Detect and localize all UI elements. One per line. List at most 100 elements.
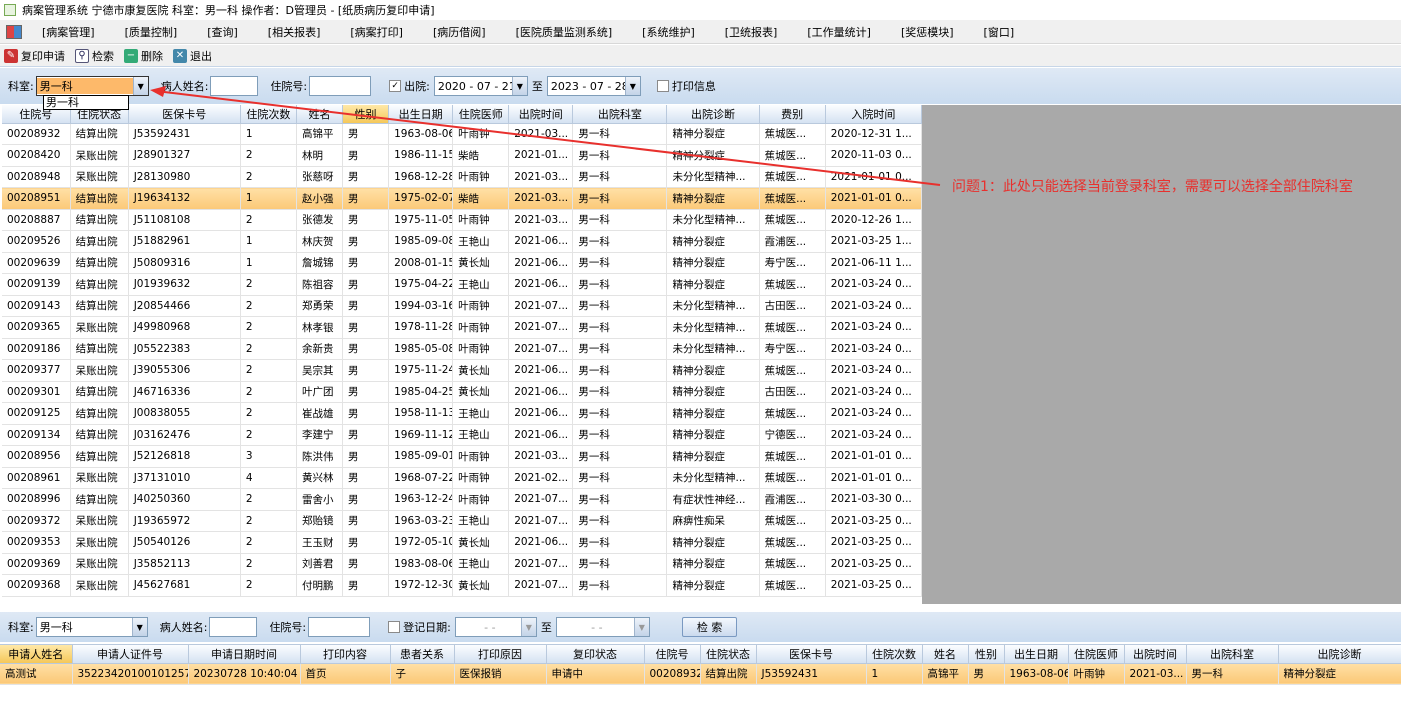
discharge-date-from[interactable]: 2020 - 07 - 21 ▼ [433, 76, 528, 96]
column-header[interactable]: 出生日期 [1004, 645, 1069, 664]
column-header[interactable]: 出院科室 [1186, 645, 1279, 664]
column-header[interactable]: 入院时间 [825, 105, 922, 124]
table-row[interactable]: 00209301 结算出院 J46716336 2 叶广团男 1985-04-25 黄长灿 2… [2, 381, 922, 403]
table-row[interactable]: 00209353 呆账出院 J50540126 2 王玉财男 1972-05-10 黄长灿 2… [2, 531, 922, 554]
apply-grid: 申请人姓名 申请人证件号 申请日期时间 打印内容 患者关系 打印原因 复印状态 住院号 住院状态… [0, 644, 1401, 702]
reg-date-to[interactable]: - - ▼ [555, 617, 650, 637]
column-header[interactable]: 打印内容 [300, 645, 391, 664]
chevron-down-icon[interactable]: ▼ [520, 618, 536, 636]
menu-item[interactable]: [质量控制] [111, 24, 194, 40]
column-header[interactable]: 姓名 [922, 645, 969, 664]
column-header[interactable]: 复印状态 [546, 645, 645, 664]
column-header[interactable]: 住院医师 [1068, 645, 1125, 664]
menu-item[interactable]: [病历借阅] [419, 24, 502, 40]
column-header[interactable]: 费别 [759, 105, 826, 124]
table-cell: 1972-12-30 [388, 574, 454, 597]
table-row[interactable]: 00209377 呆账出院 J39055306 2 吴宗其男 1975-11-24 黄长灿 2… [2, 359, 922, 382]
patient-name-input[interactable] [210, 76, 259, 96]
column-header[interactable]: 住院号 [644, 645, 701, 664]
table-row[interactable]: 高测试 352234201001012576 20230728 10:40:04 首页… [0, 663, 1401, 685]
menu-item[interactable]: [查询] [193, 24, 254, 40]
table-row[interactable]: 00209368 呆账出院 J45627681 2 付明鹏男 1972-12-30 黄长灿 2… [2, 574, 922, 597]
dept-select-2[interactable]: 男一科 ▼ [35, 617, 148, 637]
table-row[interactable]: 00209369 呆账出院 J35852113 2 刘善君男 1983-08-06 王艳山 2… [2, 553, 922, 575]
column-header[interactable]: 性别 [968, 645, 1005, 664]
table-row[interactable]: 00208961 呆账出院 J37131010 4 黄兴林男 1968-07-22 叶雨钟 2… [2, 467, 922, 489]
exit-button[interactable]: ✕ 退出 [173, 48, 212, 64]
table-cell: 2 [240, 424, 297, 446]
column-header[interactable]: 住院次数 [240, 105, 297, 124]
table-cell: 男一科 [572, 273, 668, 296]
chevron-down-icon[interactable]: ▼ [131, 618, 147, 636]
column-header[interactable]: 出院诊断 [666, 105, 760, 124]
table-row[interactable]: 00208951 结算出院 J19634132 1 赵小强男 1975-02-07 柴皓 20… [2, 187, 922, 210]
column-header[interactable]: 住院状态 [700, 645, 757, 664]
reg-date-from[interactable]: - - ▼ [454, 617, 537, 637]
chevron-down-icon[interactable]: ▼ [633, 618, 649, 636]
menu-item[interactable]: [病案管理] [28, 24, 111, 40]
copy-apply-button[interactable]: ✎ 复印申请 [4, 48, 65, 64]
column-header[interactable]: 性别 [342, 105, 390, 124]
column-header[interactable]: 出院科室 [572, 105, 668, 124]
menu-item[interactable]: [窗口] [970, 24, 1031, 40]
reg-date-checkbox[interactable] [388, 621, 401, 633]
column-header[interactable]: 医保卡号 [128, 105, 241, 124]
table-row[interactable]: 00208420 呆账出院 J28901327 2 林明男 1986-11-15 柴皓 202… [2, 144, 922, 167]
table-row[interactable]: 00209143 结算出院 J20854466 2 郑勇荣男 1994-03-16 叶雨钟 2… [2, 295, 922, 317]
column-header[interactable]: 出生日期 [388, 105, 454, 124]
exit-icon: ✕ [173, 48, 187, 63]
table-row[interactable]: 00208932 结算出院 J53592431 1 高锦平男 1963-08-06 叶雨钟 2… [2, 123, 922, 145]
menu-item[interactable]: [奖惩模块] [887, 24, 970, 40]
table-cell: 2021-01-01 0... [825, 166, 922, 188]
table-row[interactable]: 00208956 结算出院 J52126818 3 陈洪伟男 1985-09-01 叶雨钟 2… [2, 445, 922, 468]
delete-button[interactable]: − 删除 [124, 48, 163, 64]
table-row[interactable]: 00209125 结算出院 J00838055 2 崔战雄男 1958-11-13 王艳山 2… [2, 402, 922, 425]
column-header[interactable]: 出院诊断 [1278, 645, 1401, 664]
column-header[interactable]: 住院次数 [866, 645, 923, 664]
menu-item[interactable]: [病案打印] [336, 24, 419, 40]
search-button[interactable]: ⚲ 检索 [75, 48, 114, 64]
table-cell: 叶雨钟 [452, 467, 510, 489]
menu-item[interactable]: [相关报表] [254, 24, 337, 40]
chevron-down-icon[interactable]: ▼ [624, 77, 640, 95]
table-row[interactable]: 00209365 呆账出院 J49980968 2 林孝银男 1978-11-28 叶雨钟 2… [2, 316, 922, 339]
table-row[interactable]: 00209526 结算出院 J51882961 1 林庆贺男 1985-09-08 王艳山 2… [2, 230, 922, 253]
menu-item[interactable]: [系统维护] [628, 24, 711, 40]
table-row[interactable]: 00208948 呆账出院 J28130980 2 张慈呀男 1968-12-28 叶雨钟 2… [2, 166, 922, 188]
mdi-window-icon[interactable] [6, 24, 22, 39]
column-header[interactable]: 出院时间 [508, 105, 574, 124]
column-header[interactable]: 申请日期时间 [188, 645, 301, 664]
dept-select[interactable]: 男一科 ▼ [35, 76, 149, 96]
table-cell: J46716336 [128, 381, 241, 403]
patient-name-input-2[interactable] [209, 617, 258, 637]
column-header[interactable]: 住院医师 [452, 105, 510, 124]
table-row[interactable]: 00209186 结算出院 J05522383 2 余新贵男 1985-05-08 叶雨钟 2… [2, 338, 922, 360]
column-header[interactable]: 医保卡号 [756, 645, 867, 664]
table-row[interactable]: 00208887 结算出院 J51108108 2 张德发男 1975-11-05 叶雨钟 2… [2, 209, 922, 231]
table-cell: 叶雨钟 [452, 316, 510, 339]
menu-item[interactable]: [卫统报表] [711, 24, 794, 40]
inpatient-no-input-2[interactable] [308, 617, 371, 637]
table-row[interactable]: 00208996 结算出院 J40250360 2 雷舍小男 1963-12-24 叶雨钟 2… [2, 488, 922, 511]
column-header[interactable]: 申请人证件号 [72, 645, 189, 664]
menu-item[interactable]: [医院质量监测系统] [502, 24, 629, 40]
table-row[interactable]: 00209639 结算出院 J50809316 1 詹城锦男 2008-01-15 黄长灿 2… [2, 252, 922, 274]
table-cell: 00209368 [2, 574, 71, 597]
column-header[interactable]: 患者关系 [390, 645, 455, 664]
column-header[interactable]: 姓名 [296, 105, 344, 124]
table-row[interactable]: 00209139 结算出院 J01939632 2 陈祖容男 1975-04-22 王艳山 2… [2, 273, 922, 296]
dept-dropdown-option[interactable]: 男一科 [43, 95, 129, 110]
discharge-checkbox[interactable]: ✓ [389, 80, 402, 92]
table-row[interactable]: 00209134 结算出院 J03162476 2 李建宁男 1969-11-12 王艳山 2… [2, 424, 922, 446]
column-header[interactable]: 打印原因 [454, 645, 547, 664]
menu-item[interactable]: [工作量统计] [793, 24, 887, 40]
inpatient-no-input[interactable] [309, 76, 372, 96]
column-header[interactable]: 申请人姓名 [0, 645, 73, 664]
table-row[interactable]: 00209372 呆账出院 J19365972 2 郑贻镜男 1963-03-23 王艳山 2… [2, 510, 922, 532]
chevron-down-icon[interactable]: ▼ [511, 77, 527, 95]
search-button-2[interactable]: 检 索 [681, 617, 738, 637]
column-header[interactable]: 出院时间 [1124, 645, 1187, 664]
chevron-down-icon[interactable]: ▼ [132, 77, 148, 95]
print-info-checkbox[interactable] [656, 80, 669, 92]
discharge-date-to[interactable]: 2023 - 07 - 28 ▼ [546, 76, 641, 96]
